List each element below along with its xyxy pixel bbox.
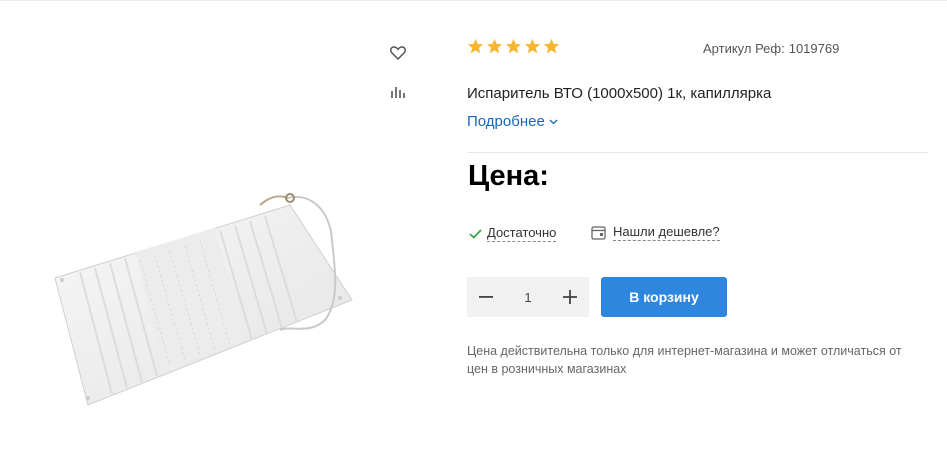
- star-icon: [467, 38, 484, 54]
- star-icon: [524, 38, 541, 54]
- minus-icon: [479, 296, 493, 298]
- more-details-label: Подробнее: [467, 113, 545, 130]
- stock-status: Достаточно: [469, 225, 557, 242]
- price-disclaimer: Цена действительна только для интернет-м…: [467, 344, 902, 376]
- stock-label: Достаточно: [487, 225, 557, 242]
- star-icon: [486, 38, 503, 54]
- more-details-link[interactable]: Подробнее: [467, 113, 558, 130]
- star-icon: [505, 38, 522, 54]
- article-label: Артикул Реф:: [703, 41, 785, 56]
- tag-icon: [591, 226, 606, 240]
- article-number: Артикул Реф: 1019769: [703, 41, 839, 56]
- found-cheaper-label: Нашли дешевле?: [613, 224, 720, 241]
- checkmark-icon: [469, 228, 482, 239]
- chevron-down-icon: [549, 119, 558, 124]
- bar-chart-icon[interactable]: [388, 82, 408, 102]
- product-image: [40, 170, 370, 420]
- found-cheaper-link[interactable]: Нашли дешевле?: [591, 224, 720, 241]
- article-value: 1019769: [788, 41, 840, 56]
- heart-icon[interactable]: [388, 43, 408, 63]
- section-divider: [467, 152, 928, 153]
- quantity-input[interactable]: [513, 289, 543, 305]
- star-icon: [543, 38, 560, 54]
- increase-button[interactable]: [557, 284, 583, 310]
- decrease-button[interactable]: [473, 284, 499, 310]
- rating-stars: [467, 38, 560, 55]
- price-label: Цена:: [468, 160, 549, 192]
- product-title: Испаритель ВТО (1000x500) 1к, капиллярка: [467, 85, 772, 102]
- plus-icon: [563, 290, 577, 304]
- add-to-cart-button[interactable]: В корзину: [601, 277, 727, 317]
- top-divider: [0, 0, 947, 1]
- quantity-stepper: [467, 277, 589, 317]
